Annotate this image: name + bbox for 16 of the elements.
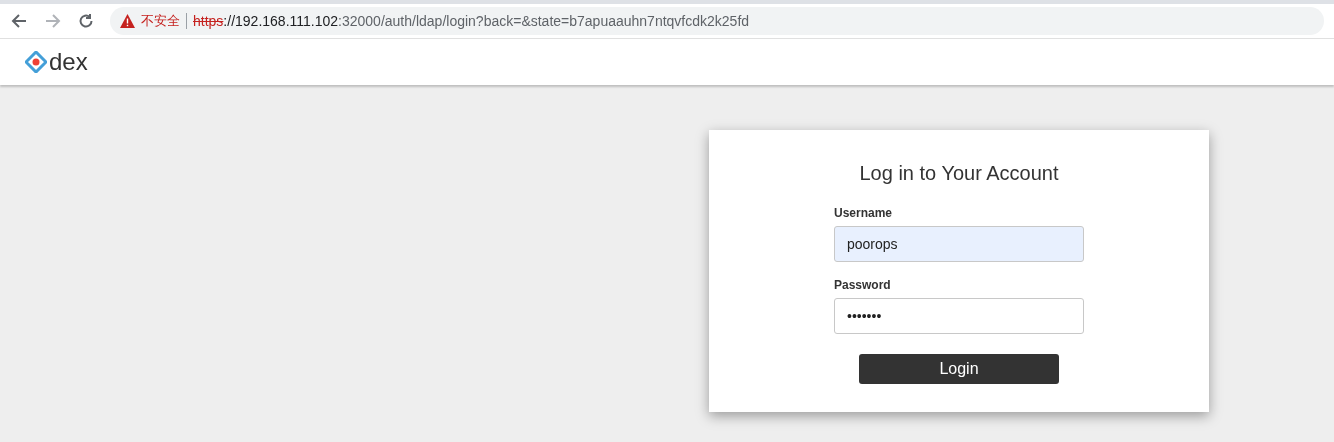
login-title: Log in to Your Account (859, 161, 1059, 186)
logo-text: dex (49, 50, 88, 74)
url-host: ://192.168.111.102 (223, 12, 339, 29)
logo-icon (25, 51, 47, 73)
warning-icon (120, 14, 135, 28)
back-icon[interactable] (10, 12, 28, 30)
address-bar[interactable]: 不安全 https://192.168.111.102:32000/auth/ldap/login?back=&state=b7apuaauhn7ntqvfcdk2k25fd (110, 7, 1324, 35)
input-field[interactable]: ••••••• (834, 298, 1084, 334)
security-label: 不安全 (141, 12, 180, 31)
field-label: Password (834, 277, 892, 294)
url-scheme: https (193, 12, 224, 29)
reload-icon[interactable] (78, 13, 94, 29)
field-label: Username (834, 205, 894, 222)
url-path: :32000/auth/ldap/login?back=&state=b7apuaauhn7ntqvfcdk2k25fd (338, 12, 750, 29)
input-field[interactable]: poorops (834, 226, 1084, 262)
login-button[interactable]: Login (859, 354, 1059, 384)
